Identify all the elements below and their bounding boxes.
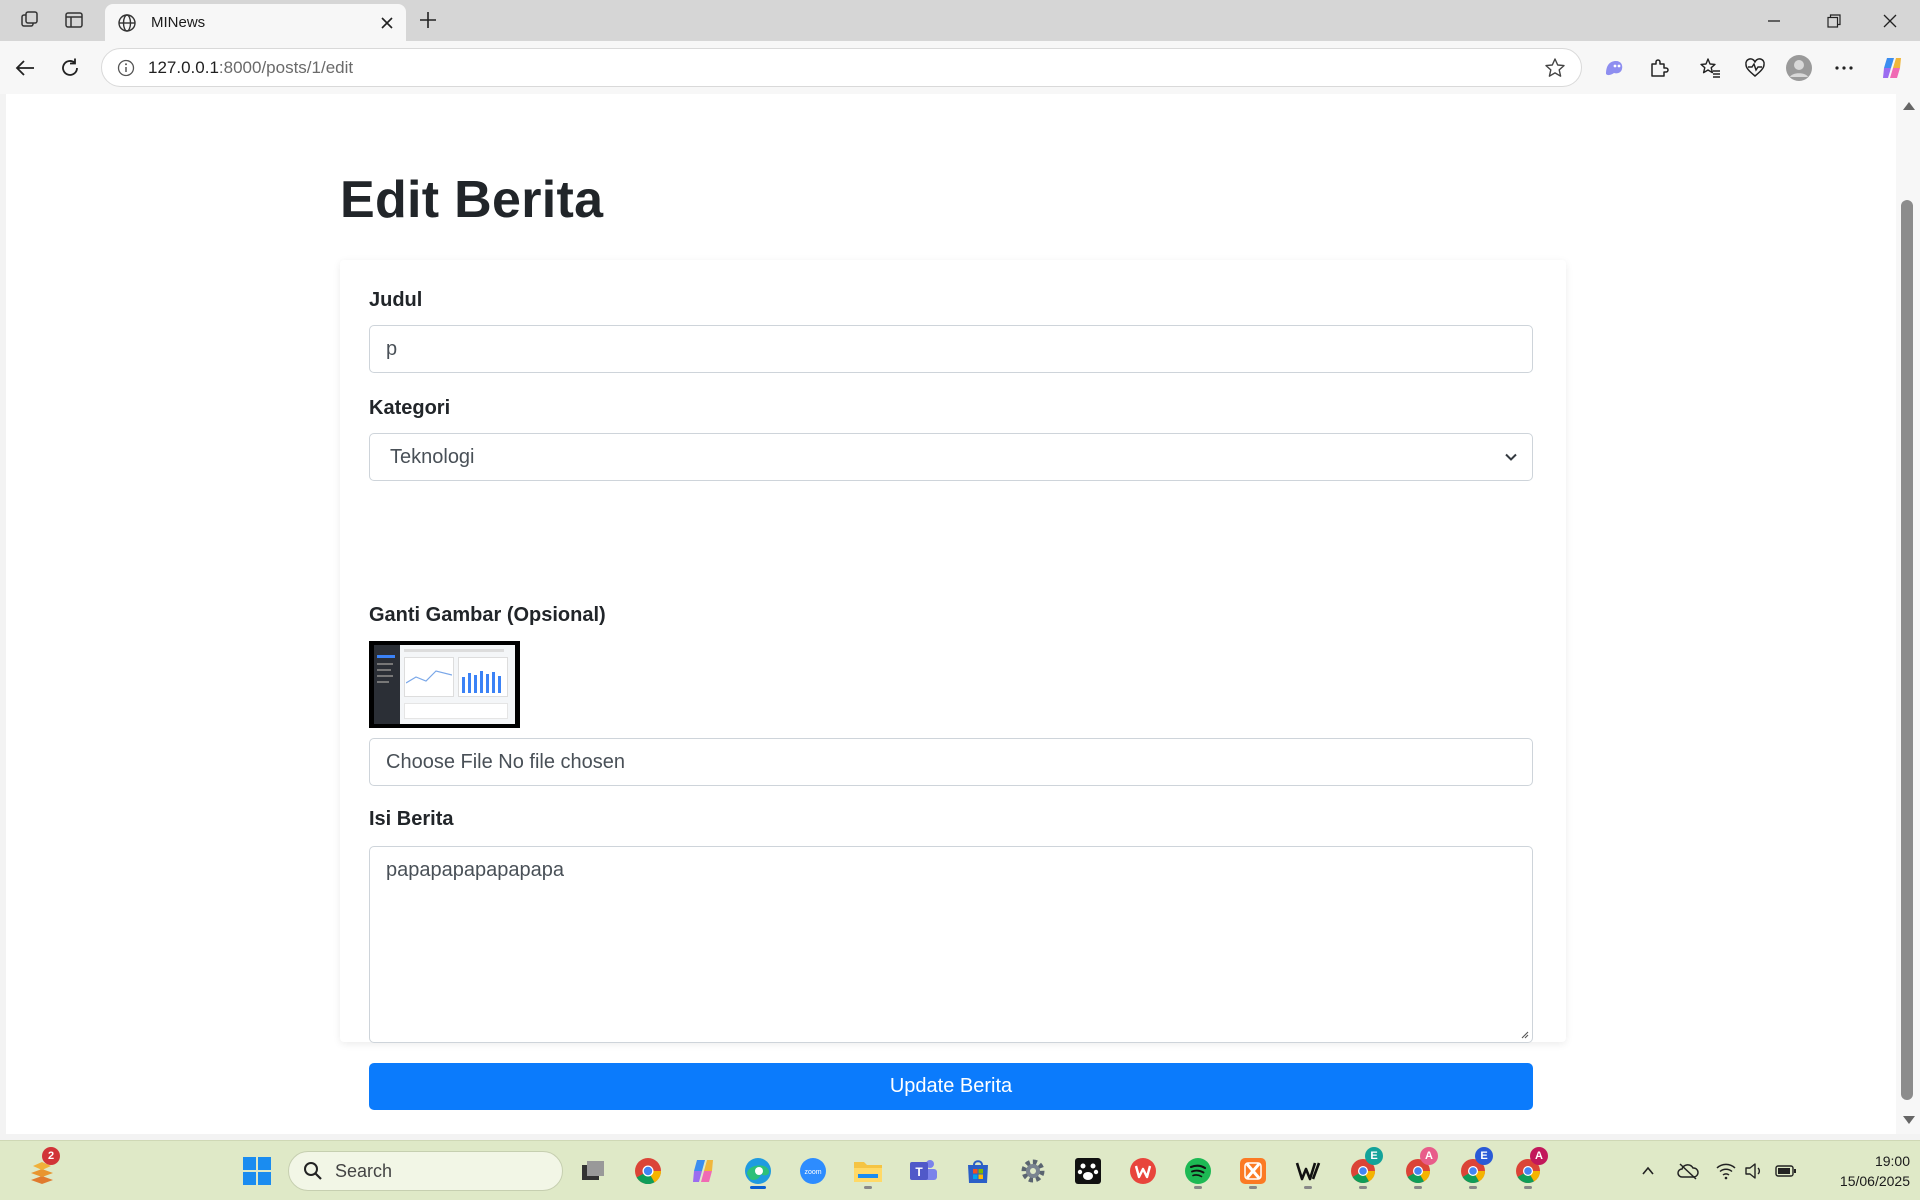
chrome-profile-e2-icon[interactable]: E <box>1453 1147 1493 1191</box>
profile-avatar-icon[interactable] <box>1782 51 1816 85</box>
resize-grip-icon[interactable] <box>1519 1029 1529 1039</box>
scrollbar-thumb[interactable] <box>1901 200 1913 1100</box>
address-bar[interactable]: 127.0.0.1:8000/posts/1/edit <box>101 48 1582 87</box>
clock-time: 19:00 <box>1874 1153 1910 1169</box>
current-image-thumbnail <box>369 641 520 728</box>
chrome-a2-running-indicator <box>1524 1186 1532 1189</box>
copilot-app-icon[interactable] <box>683 1151 723 1191</box>
browser-tab-strip: MINews <box>0 0 1920 41</box>
xampp-icon[interactable] <box>1233 1151 1273 1191</box>
widgets-icon[interactable]: 2 <box>22 1147 62 1191</box>
minimize-icon[interactable] <box>1746 0 1802 41</box>
url-host: 127.0.0.1 <box>148 57 219 77</box>
chrome-profile-a2-icon[interactable]: A <box>1508 1147 1548 1191</box>
start-windows-icon[interactable] <box>237 1151 277 1191</box>
microsoft-store-icon[interactable] <box>958 1151 998 1191</box>
browser-essentials-icon[interactable] <box>1738 51 1772 85</box>
show-hidden-icons-chevron-icon[interactable] <box>1636 1159 1660 1183</box>
taskbar-clock[interactable]: 19:00 15/06/2025 <box>1800 1151 1910 1191</box>
close-tab-icon[interactable] <box>372 8 402 38</box>
isi-text: papapapapapapapa <box>386 859 564 881</box>
onedrive-offline-icon[interactable] <box>1676 1159 1700 1183</box>
paw-app-icon[interactable] <box>1068 1151 1108 1191</box>
ghost-extension-icon[interactable] <box>1597 51 1631 85</box>
explorer-running-indicator <box>864 1186 872 1189</box>
favorite-star-icon[interactable] <box>1537 50 1573 86</box>
chrome-e-running-indicator <box>1359 1186 1367 1189</box>
tab-title: MINews <box>151 14 206 31</box>
dashboard-screenshot-preview <box>374 645 515 724</box>
kategori-label: Kategori <box>369 397 451 419</box>
gambar-label: Ganti Gambar (Opsional) <box>369 604 606 626</box>
refresh-icon[interactable] <box>53 51 87 85</box>
zoom-icon[interactable]: zoom <box>793 1151 833 1191</box>
chevron-down-icon <box>1505 453 1517 461</box>
chrome-e2-running-indicator <box>1469 1186 1477 1189</box>
page-title: Edit Berita <box>340 171 604 229</box>
chrome-profile-a-icon[interactable]: A <box>1398 1147 1438 1191</box>
restore-icon[interactable] <box>1806 0 1862 41</box>
battery-icon[interactable] <box>1774 1159 1798 1183</box>
scroll-up-arrow-icon[interactable] <box>1903 102 1915 110</box>
wifi-icon[interactable] <box>1714 1159 1738 1183</box>
kategori-select[interactable]: Teknologi <box>369 433 1533 481</box>
browser-toolbar: 127.0.0.1:8000/posts/1/edit <box>0 41 1920 94</box>
url-text: 127.0.0.1:8000/posts/1/edit <box>148 58 1537 78</box>
copilot-icon[interactable] <box>1875 51 1909 85</box>
xampp-running-indicator <box>1249 1186 1257 1189</box>
active-tab[interactable]: MINews <box>105 4 406 41</box>
windows-taskbar: 2 Search zoom T E A E A 19:00 15/06/2025 <box>0 1140 1920 1200</box>
url-path: :8000/posts/1/edit <box>218 57 354 77</box>
file-input[interactable]: Choose File No file chosen <box>369 738 1533 786</box>
edit-form-card: Judul p Kategori Teknologi Ganti Gambar … <box>340 260 1566 1110</box>
profile-badge-e-1: E <box>1365 1147 1383 1165</box>
globe-icon <box>115 11 139 35</box>
isi-label: Isi Berita <box>369 808 454 830</box>
wps-office-icon[interactable] <box>1123 1151 1163 1191</box>
chrome-a-running-indicator <box>1414 1186 1422 1189</box>
widgets-badge: 2 <box>42 1147 60 1165</box>
extensions-puzzle-icon[interactable] <box>1642 51 1676 85</box>
svg-text:T: T <box>915 1165 923 1179</box>
spotify-running-indicator <box>1194 1186 1202 1189</box>
chrome-profile-e-icon[interactable]: E <box>1343 1147 1383 1191</box>
edge-active-indicator <box>750 1186 766 1189</box>
svg-text:zoom: zoom <box>804 1169 821 1176</box>
more-options-icon[interactable] <box>1827 51 1861 85</box>
settings-gear-icon[interactable] <box>1013 1151 1053 1191</box>
profile-badge-a-1: A <box>1420 1147 1438 1165</box>
site-info-icon[interactable] <box>108 50 144 86</box>
back-arrow-icon[interactable] <box>8 51 42 85</box>
new-tab-button[interactable] <box>412 6 444 34</box>
volume-icon[interactable] <box>1742 1159 1766 1183</box>
page-scrollbar[interactable] <box>1896 94 1920 1134</box>
wordmark-app-icon[interactable] <box>1288 1151 1328 1191</box>
search-icon <box>304 1162 322 1180</box>
vertical-tabs-icon[interactable] <box>58 6 90 34</box>
scroll-down-arrow-icon[interactable] <box>1903 1116 1915 1124</box>
profile-badge-a-2: A <box>1530 1147 1548 1165</box>
favorites-icon[interactable] <box>1693 51 1727 85</box>
update-berita-button[interactable]: Update Berita <box>369 1063 1533 1110</box>
search-placeholder: Search <box>335 1160 393 1181</box>
teams-icon[interactable]: T <box>903 1151 943 1191</box>
edge-browser-icon[interactable] <box>738 1151 778 1191</box>
clock-date: 15/06/2025 <box>1839 1173 1910 1189</box>
chrome-icon[interactable] <box>628 1151 668 1191</box>
kategori-selected-value: Teknologi <box>390 445 475 468</box>
close-window-icon[interactable] <box>1862 0 1918 41</box>
workspaces-icon[interactable] <box>14 6 46 34</box>
profile-badge-e-2: E <box>1475 1147 1493 1165</box>
task-view-icon[interactable] <box>573 1151 613 1191</box>
page-viewport: Edit Berita Judul p Kategori Teknologi G… <box>6 94 1896 1134</box>
judul-label: Judul <box>369 289 423 311</box>
taskbar-search[interactable]: Search <box>288 1151 563 1191</box>
isi-textarea[interactable]: papapapapapapapa <box>369 846 1533 1043</box>
wordmark-running-indicator <box>1304 1186 1312 1189</box>
file-explorer-icon[interactable] <box>848 1151 888 1191</box>
judul-input[interactable]: p <box>369 325 1533 373</box>
spotify-icon[interactable] <box>1178 1151 1218 1191</box>
